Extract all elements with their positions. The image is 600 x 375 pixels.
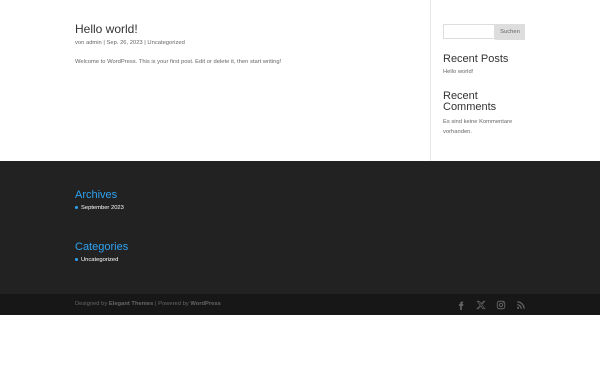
platform-link[interactable]: WordPress: [190, 301, 221, 307]
no-comments-text: Es sind keine Kommentare vorhanden.: [443, 119, 513, 135]
footer-credits: Designed by Elegant Themes | Powered by …: [75, 301, 221, 307]
post-date: Sep. 26, 2023: [106, 40, 143, 46]
post-excerpt: Welcome to WordPress. This is your first…: [75, 59, 282, 65]
instagram-icon[interactable]: [495, 299, 506, 310]
search-button[interactable]: Suchen: [495, 24, 525, 40]
post-category-link[interactable]: Uncategorized: [147, 40, 184, 46]
meta-separator: |: [144, 40, 146, 46]
category-link[interactable]: Uncategorized: [81, 257, 118, 263]
meta-separator: |: [103, 40, 105, 46]
powered-by-text: Powered by: [158, 301, 189, 307]
rss-icon[interactable]: [515, 299, 526, 310]
recent-comments-title: Recent Comments: [443, 90, 497, 113]
archive-link[interactable]: September 2023: [81, 205, 124, 211]
credits-separator: |: [154, 301, 157, 307]
recent-post-link[interactable]: Hello world!: [443, 69, 473, 75]
x-twitter-icon[interactable]: [475, 299, 486, 310]
designed-by-text: Designed by: [75, 301, 108, 307]
post-meta: von admin | Sep. 26, 2023 | Uncategorize…: [75, 40, 185, 46]
theme-author-link[interactable]: Elegant Themes: [109, 301, 153, 307]
footer-bottom-bar: Designed by Elegant Themes | Powered by …: [0, 294, 600, 315]
sidebar-divider: [430, 0, 431, 161]
main-content: Hello world! von admin | Sep. 26, 2023 |…: [0, 0, 600, 161]
archive-list-item[interactable]: September 2023: [75, 205, 124, 211]
categories-title: Categories: [75, 241, 129, 253]
page-bottom-blank: [0, 315, 600, 375]
category-list-item[interactable]: Uncategorized: [75, 257, 118, 263]
footer-widgets: Archives September 2023 Categories Uncat…: [0, 161, 600, 294]
bullet-icon: [75, 205, 78, 209]
post-author-link[interactable]: admin: [86, 40, 102, 46]
post-title[interactable]: Hello world!: [75, 22, 138, 36]
meta-prefix: von: [75, 40, 85, 46]
recent-posts-title: Recent Posts: [443, 53, 509, 65]
search-input[interactable]: [443, 24, 495, 39]
facebook-icon[interactable]: [455, 299, 466, 310]
archives-title: Archives: [75, 189, 118, 201]
bullet-icon: [75, 257, 78, 261]
